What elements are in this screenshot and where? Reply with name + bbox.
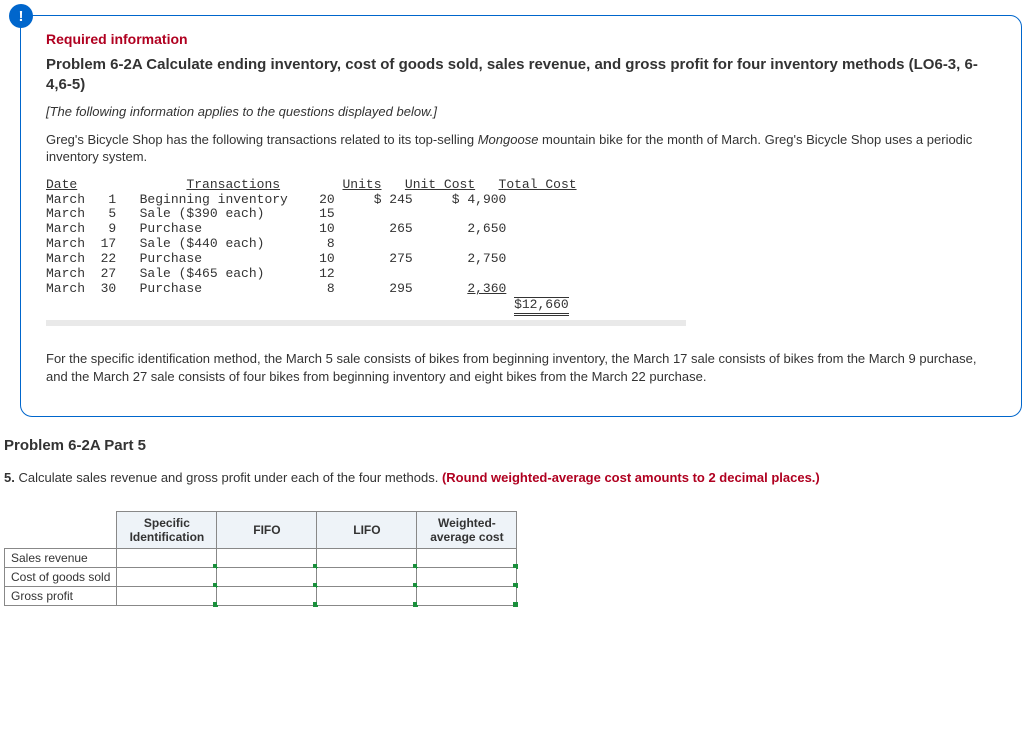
cell-cogs-lifo[interactable] (317, 568, 417, 587)
col-lifo: LIFO (317, 512, 417, 549)
row-gross-profit: Gross profit (5, 587, 517, 606)
cell-gp-lifo[interactable] (317, 587, 417, 606)
r2-trans: Purchase (140, 221, 202, 236)
r4-trans: Purchase (140, 251, 202, 266)
row-label-cogs: Cost of goods sold (5, 568, 117, 587)
input-sales-wavg[interactable] (417, 549, 516, 567)
r1-date: March 5 (46, 206, 116, 221)
r0-tc: $ 4,900 (452, 192, 507, 207)
r6-units: 8 (319, 281, 335, 296)
th-date: Date (46, 177, 77, 192)
r2-uc: 265 (389, 221, 412, 236)
r4-units: 10 (319, 251, 335, 266)
th-totalcost: Total Cost (499, 177, 577, 192)
r2-units: 10 (319, 221, 335, 236)
transactions-table: Date Transactions Units Unit Cost Total … (46, 178, 686, 326)
required-info-label: Required information (46, 31, 996, 47)
row-cogs: Cost of goods sold (5, 568, 517, 587)
input-cogs-wavg[interactable] (417, 568, 516, 586)
cell-sales-fifo[interactable] (217, 549, 317, 568)
required-info-panel: ! Required information Problem 6-2A Calc… (20, 15, 1022, 417)
cell-sales-spec[interactable] (117, 549, 217, 568)
r5-units: 12 (319, 266, 335, 281)
r5-trans: Sale ($465 each) (140, 266, 265, 281)
intro-text-em: Mongoose (478, 132, 539, 147)
input-cogs-fifo[interactable] (217, 568, 316, 586)
r4-date: March 22 (46, 251, 116, 266)
cell-cogs-fifo[interactable] (217, 568, 317, 587)
col-fifo: FIFO (217, 512, 317, 549)
r0-date: March 1 (46, 192, 116, 207)
col-spec-id: Specific Identification (117, 512, 217, 549)
r0-units: 20 (319, 192, 335, 207)
r6-uc: 295 (389, 281, 412, 296)
r6-tc: 2,360 (467, 281, 506, 296)
r5-date: March 27 (46, 266, 116, 281)
r3-trans: Sale ($440 each) (140, 236, 265, 251)
th-unitcost: Unit Cost (405, 177, 475, 192)
input-sales-lifo[interactable] (317, 549, 416, 567)
blank-corner (5, 512, 117, 549)
part-title: Problem 6-2A Part 5 (4, 437, 1032, 454)
applies-note: [The following information applies to th… (46, 104, 996, 119)
cell-cogs-wavg[interactable] (417, 568, 517, 587)
cell-gp-fifo[interactable] (217, 587, 317, 606)
intro-text: Greg's Bicycle Shop has the following tr… (46, 131, 996, 166)
question-instruction: (Round weighted-average cost amounts to … (442, 470, 820, 485)
specific-id-note: For the specific identification method, … (46, 350, 996, 385)
input-gp-spec[interactable] (117, 587, 216, 605)
cell-handle-icon (513, 602, 518, 607)
question-text-row: 5. Calculate sales revenue and gross pro… (4, 470, 1032, 485)
r4-uc: 275 (389, 251, 412, 266)
th-units: Units (342, 177, 381, 192)
r4-tc: 2,750 (467, 251, 506, 266)
r3-date: March 17 (46, 236, 116, 251)
input-cogs-spec[interactable] (117, 568, 216, 586)
intro-text-1: Greg's Bicycle Shop has the following tr… (46, 132, 478, 147)
r0-trans: Beginning inventory (140, 192, 288, 207)
r2-date: March 9 (46, 221, 116, 236)
input-cogs-lifo[interactable] (317, 568, 416, 586)
problem-title: Problem 6-2A Calculate ending inventory,… (46, 55, 996, 96)
question-number: 5. (4, 470, 15, 485)
r6-date: March 30 (46, 281, 116, 296)
row-label-sales: Sales revenue (5, 549, 117, 568)
question-text: Calculate sales revenue and gross profit… (15, 470, 442, 485)
answer-grid: Specific Identification FIFO LIFO Weight… (4, 511, 517, 606)
row-label-gp: Gross profit (5, 587, 117, 606)
th-trans: Transactions (186, 177, 280, 192)
input-sales-fifo[interactable] (217, 549, 316, 567)
input-gp-fifo[interactable] (217, 587, 316, 605)
r3-units: 8 (319, 236, 335, 251)
cell-cogs-spec[interactable] (117, 568, 217, 587)
r0-uc: $ 245 (374, 192, 413, 207)
answer-grid-header-row: Specific Identification FIFO LIFO Weight… (5, 512, 517, 549)
input-gp-lifo[interactable] (317, 587, 416, 605)
col-wavg: Weighted-average cost (417, 512, 517, 549)
r1-units: 15 (319, 206, 335, 221)
input-sales-spec[interactable] (117, 549, 216, 567)
row-sales-revenue: Sales revenue (5, 549, 517, 568)
input-gp-wavg[interactable] (417, 587, 516, 605)
cell-gp-spec[interactable] (117, 587, 217, 606)
r6-trans: Purchase (140, 281, 202, 296)
r1-trans: Sale ($390 each) (140, 206, 265, 221)
cell-sales-lifo[interactable] (317, 549, 417, 568)
r2-tc: 2,650 (467, 221, 506, 236)
cell-gp-wavg[interactable] (417, 587, 517, 606)
cell-sales-wavg[interactable] (417, 549, 517, 568)
tbl-total: $12,660 (514, 297, 569, 316)
alert-icon: ! (9, 4, 33, 28)
